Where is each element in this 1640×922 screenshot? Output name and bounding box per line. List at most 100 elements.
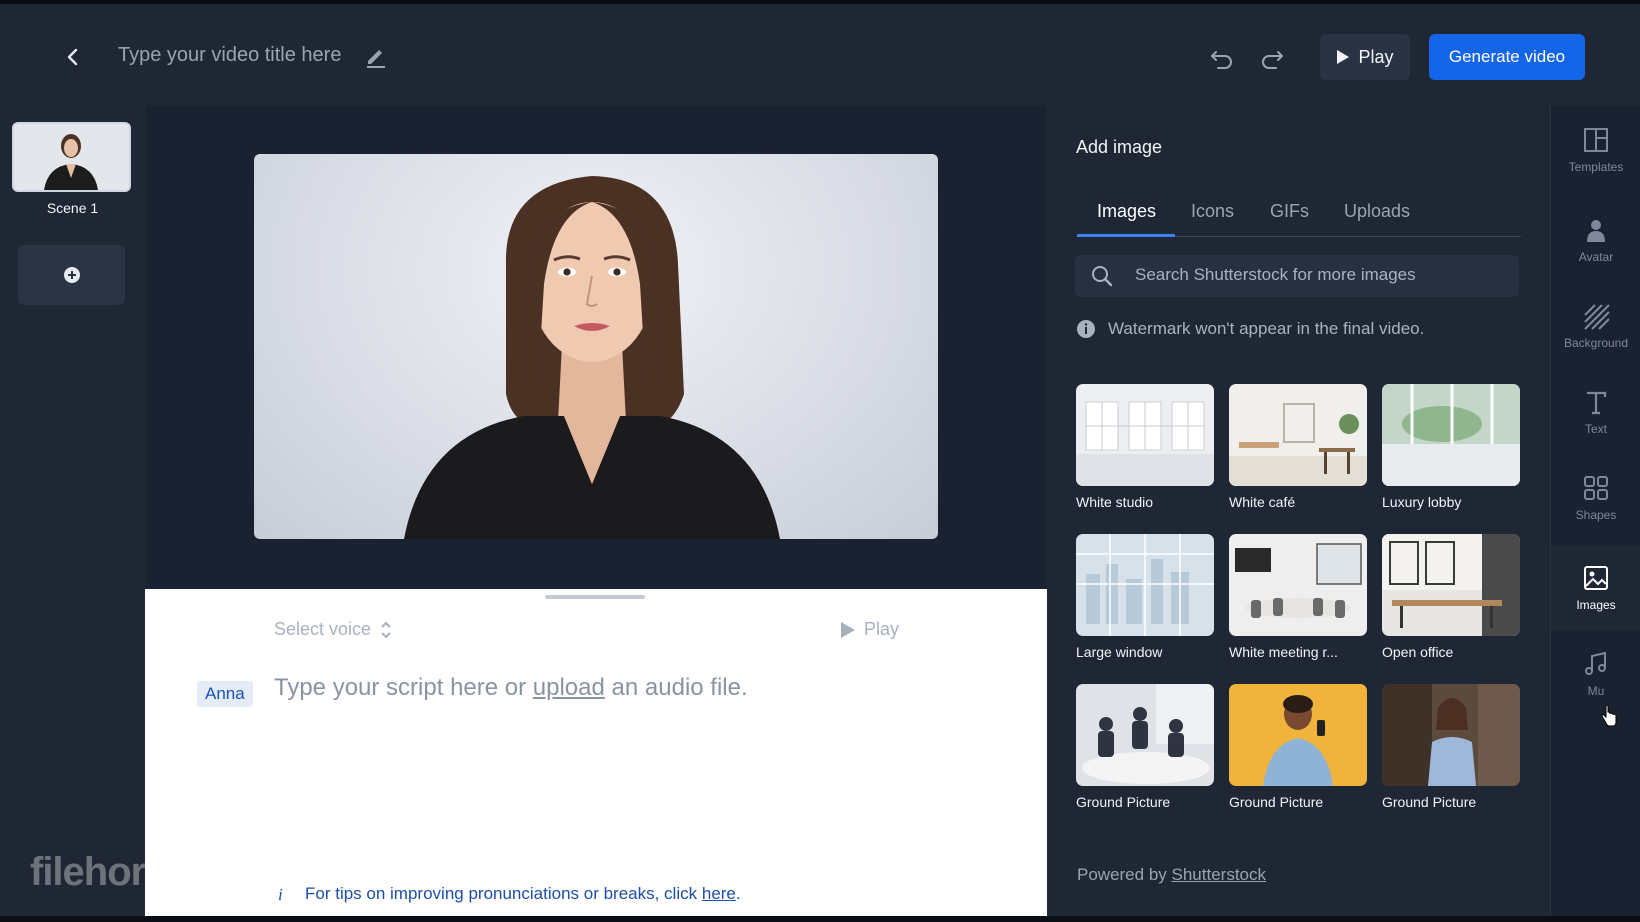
rail-item-shapes[interactable]: Shapes — [1551, 463, 1640, 533]
tab-images[interactable]: Images — [1097, 201, 1156, 222]
svg-text:i: i — [278, 885, 283, 903]
tips-link[interactable]: here — [702, 884, 736, 903]
ground-picture-image — [1076, 684, 1214, 786]
image-tile[interactable]: Ground Picture — [1382, 684, 1520, 810]
play-icon — [841, 621, 855, 638]
rail-label: Background — [1563, 336, 1629, 350]
image-tile[interactable]: Ground Picture — [1076, 684, 1214, 810]
redo-icon[interactable] — [1258, 44, 1286, 72]
scenes-panel: Scene 1 — [0, 105, 145, 922]
tips-end: . — [735, 884, 741, 903]
image-tile[interactable]: Luxury lobby — [1382, 384, 1520, 510]
image-tile[interactable]: White studio — [1076, 384, 1214, 510]
powered-prefix: Powered by — [1077, 865, 1167, 884]
shapes-icon — [1584, 476, 1608, 500]
rail-item-text[interactable]: Text — [1551, 377, 1640, 447]
play-icon — [1337, 50, 1350, 64]
hatch-icon — [1584, 304, 1610, 330]
tile-label: Ground Picture — [1382, 794, 1477, 810]
tab-icons[interactable]: Icons — [1191, 201, 1234, 222]
luxury-lobby-image — [1382, 384, 1520, 486]
search-box[interactable] — [1075, 255, 1519, 297]
active-tab-indicator — [1077, 234, 1175, 237]
tool-rail: Templates Avatar Background Text Shapes … — [1550, 105, 1640, 922]
music-icon — [1585, 651, 1606, 675]
image-tile[interactable]: Large window — [1076, 534, 1214, 660]
back-button[interactable] — [58, 42, 88, 72]
rail-item-music[interactable]: Mu — [1551, 639, 1640, 709]
rail-label: Shapes — [1575, 508, 1617, 522]
tips-text: For tips on improving pronunciations or … — [305, 884, 698, 903]
play-label: Play — [1358, 46, 1394, 67]
tile-label: Large window — [1076, 644, 1163, 660]
pointer-cursor-icon — [1601, 705, 1617, 727]
tab-uploads[interactable]: Uploads — [1344, 201, 1410, 222]
tile-label: White meeting r... — [1229, 644, 1338, 660]
open-office-image — [1382, 534, 1520, 636]
script-panel: Select voice Play Anna Type your script … — [145, 589, 1047, 922]
rail-item-templates[interactable]: Templates — [1551, 115, 1640, 185]
scene-thumbnail[interactable] — [12, 122, 131, 192]
script-prefix: Type your script here or — [274, 674, 527, 701]
rail-item-background[interactable]: Background — [1551, 291, 1640, 361]
scene-label: Scene 1 — [46, 200, 99, 216]
canvas-area — [145, 105, 1047, 589]
tile-label: Ground Picture — [1076, 794, 1171, 810]
play-button[interactable]: Play — [1320, 34, 1410, 80]
tile-label: Ground Picture — [1229, 794, 1324, 810]
plus-circle-icon — [63, 267, 80, 283]
tile-label: White studio — [1076, 494, 1154, 510]
avatar-image — [404, 176, 780, 539]
script-input[interactable]: Type your script here or upload an audio… — [274, 674, 748, 702]
tips-note: i For tips on improving pronunciations o… — [273, 884, 741, 904]
rail-label: Text — [1584, 422, 1607, 436]
script-suffix: an audio file. — [611, 674, 748, 701]
rail-item-avatar[interactable]: Avatar — [1551, 205, 1640, 275]
upload-link[interactable]: upload — [533, 674, 605, 701]
pencil-icon[interactable] — [364, 44, 388, 68]
person-icon — [1587, 220, 1605, 242]
rail-label: Templates — [1568, 160, 1624, 174]
bottom-strip — [0, 916, 1640, 922]
generate-video-button[interactable]: Generate video — [1429, 34, 1585, 80]
image-tile[interactable]: Open office — [1382, 534, 1520, 660]
search-icon — [1092, 266, 1113, 287]
voice-name-badge[interactable]: Anna — [197, 681, 253, 707]
rail-item-images[interactable]: Images — [1551, 545, 1640, 631]
tab-gifs[interactable]: GIFs — [1270, 201, 1309, 222]
ground-picture-image — [1382, 684, 1520, 786]
tile-label: White café — [1229, 494, 1296, 510]
powered-by: Powered by Shutterstock — [1077, 865, 1266, 885]
resize-handle[interactable] — [545, 595, 645, 599]
rail-label: Avatar — [1578, 250, 1614, 264]
sort-chevrons-icon — [381, 621, 391, 638]
layout-icon — [1584, 128, 1608, 152]
script-play-button[interactable]: Play — [840, 619, 899, 640]
undo-icon[interactable] — [1208, 44, 1236, 72]
app-window: Type your video title here Play Generate… — [0, 0, 1640, 922]
watermark-note: Watermark won't appear in the final vide… — [1076, 319, 1424, 339]
script-play-label: Play — [864, 619, 900, 639]
image-icon — [1584, 566, 1608, 590]
white-cafe-image — [1229, 384, 1367, 486]
chevron-left-icon — [67, 48, 78, 66]
top-bar: Type your video title here Play Generate… — [0, 0, 1640, 105]
tile-label: Luxury lobby — [1382, 494, 1462, 510]
info-circle-icon — [1077, 320, 1095, 338]
panel-title: Add image — [1076, 137, 1163, 157]
watermark-text: Watermark won't appear in the final vide… — [1108, 319, 1425, 338]
search-input[interactable] — [1135, 265, 1505, 285]
add-scene-button[interactable] — [18, 245, 125, 305]
shutterstock-link[interactable]: Shutterstock — [1172, 865, 1267, 884]
image-tile[interactable]: White café — [1229, 384, 1367, 510]
image-tile[interactable]: White meeting r... — [1229, 534, 1367, 660]
rail-label: Mu — [1587, 684, 1605, 698]
image-tile[interactable]: Ground Picture — [1229, 684, 1367, 810]
rail-label: Images — [1576, 598, 1616, 612]
select-voice-label: Select voice — [274, 619, 372, 639]
video-title[interactable]: Type your video title here — [118, 44, 341, 67]
video-preview[interactable] — [254, 154, 938, 539]
select-voice-dropdown[interactable]: Select voice — [274, 619, 393, 640]
filehorse-logo: filehorse.com — [30, 850, 278, 895]
tile-label: Open office — [1382, 644, 1454, 660]
